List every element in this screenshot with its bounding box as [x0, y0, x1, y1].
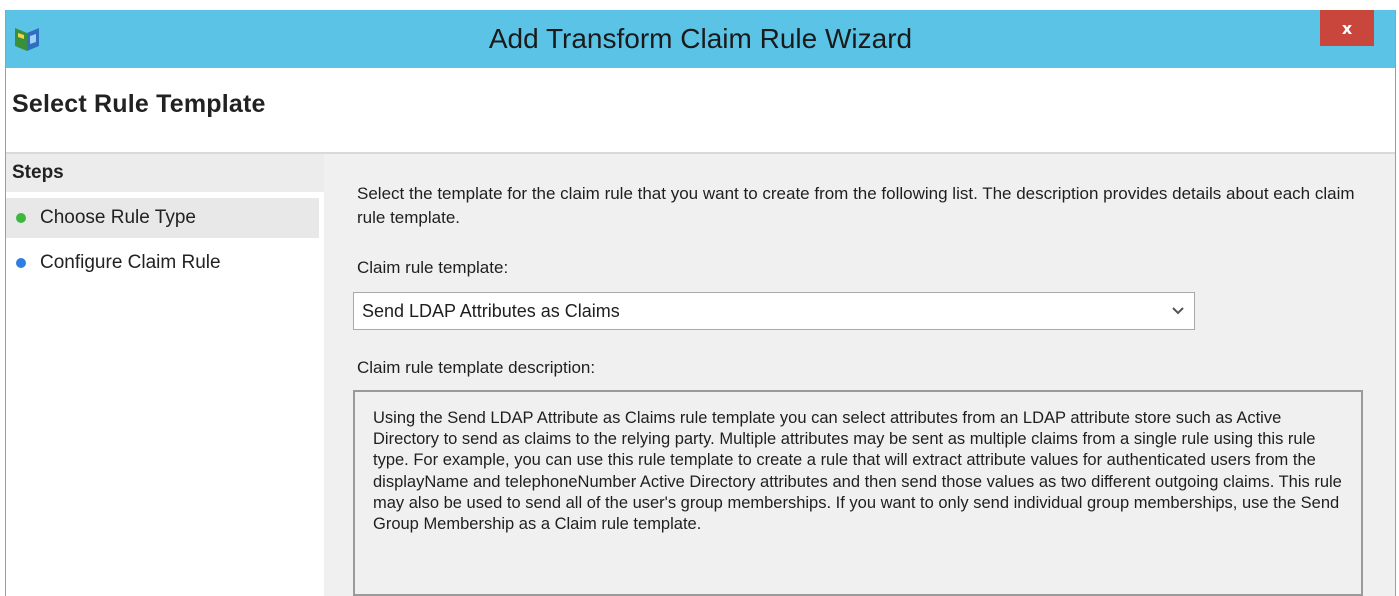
top-strip [0, 0, 1399, 10]
steps-header: Steps [6, 154, 324, 192]
step-choose-rule-type[interactable]: Choose Rule Type [6, 198, 319, 238]
selected-template: Send LDAP Attributes as Claims [362, 300, 620, 321]
claim-rule-template-select[interactable]: Send LDAP Attributes as Claims [353, 292, 1195, 330]
step-label: Choose Rule Type [40, 207, 196, 228]
window-title: Add Transform Claim Rule Wizard [488, 23, 913, 54]
title-bar[interactable]: Add Transform Claim Rule Wizard x [6, 10, 1395, 68]
status-dot-icon [16, 258, 26, 268]
step-label: Configure Claim Rule [40, 252, 221, 273]
step-configure-claim-rule[interactable]: Configure Claim Rule [6, 243, 319, 283]
wizard-window: Add Transform Claim Rule Wizard x Select… [5, 10, 1396, 596]
close-button[interactable]: x [1320, 10, 1374, 46]
description-text: Using the Send LDAP Attribute as Claims … [373, 409, 1342, 534]
intro-text: Select the template for the claim rule t… [357, 184, 1355, 227]
content-panel: Select the template for the claim rule t… [331, 154, 1385, 596]
steps-title: Steps [12, 162, 64, 183]
chevron-down-icon [1172, 307, 1184, 315]
body-area: Steps Choose Rule Type Configure Claim R… [6, 154, 1395, 596]
page-title: Select Rule Template [12, 90, 266, 118]
steps-panel: Steps Choose Rule Type Configure Claim R… [6, 154, 324, 596]
close-icon: x [1341, 18, 1353, 38]
description-box: Using the Send LDAP Attribute as Claims … [353, 390, 1363, 596]
description-label: Claim rule template description: [357, 358, 596, 377]
status-dot-icon [16, 213, 26, 223]
header-area: Select Rule Template [6, 68, 1395, 154]
template-label: Claim rule template: [357, 258, 509, 277]
